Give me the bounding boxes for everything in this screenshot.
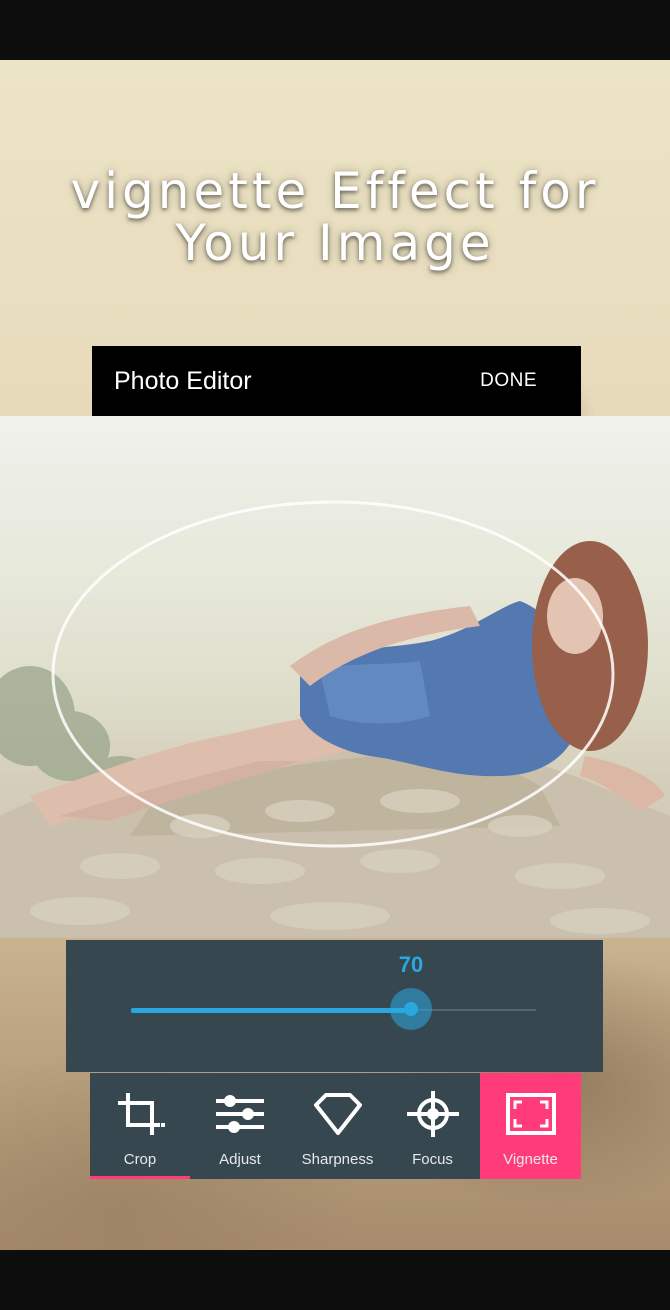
crosshair-icon [406,1091,459,1137]
navigation-bar [0,1250,670,1310]
tool-focus-label: Focus [412,1151,453,1168]
app-screen: vignette Effect for Your Image Photo Edi… [0,0,670,1310]
slider-thumb[interactable] [404,1002,418,1016]
photo-illustration [0,416,670,938]
app-title: Photo Editor [114,366,252,395]
editor-toolbar: Crop Adjust Sharpness Focus Vignette [90,1073,581,1179]
diamond-icon [313,1093,362,1135]
tool-vignette-label: Vignette [503,1151,558,1168]
tool-sharpness[interactable]: Sharpness [290,1073,385,1179]
status-bar [0,0,670,60]
tool-sharpness-label: Sharpness [301,1151,374,1168]
slider-fill [131,1008,411,1013]
vignette-frame-icon [505,1093,556,1135]
tool-focus[interactable]: Focus [385,1073,480,1179]
done-button[interactable]: DONE [480,370,537,392]
headline-line-2: Your Image [175,214,495,272]
slider-value-label: 70 [398,952,424,977]
photo-preview[interactable] [0,416,670,938]
tool-adjust[interactable]: Adjust [190,1073,290,1179]
sliders-icon [216,1095,264,1133]
action-bar: Photo Editor DONE [92,346,581,416]
promo-headline: vignette Effect for Your Image [0,165,670,269]
tool-crop-label: Crop [123,1151,157,1168]
crop-icon [118,1093,165,1135]
tool-vignette[interactable]: Vignette [480,1073,581,1179]
tool-adjust-label: Adjust [219,1151,261,1168]
vignette-slider-panel: 70 [66,940,603,1072]
headline-line-1: vignette Effect for [70,162,600,220]
tool-crop[interactable]: Crop [90,1073,190,1179]
